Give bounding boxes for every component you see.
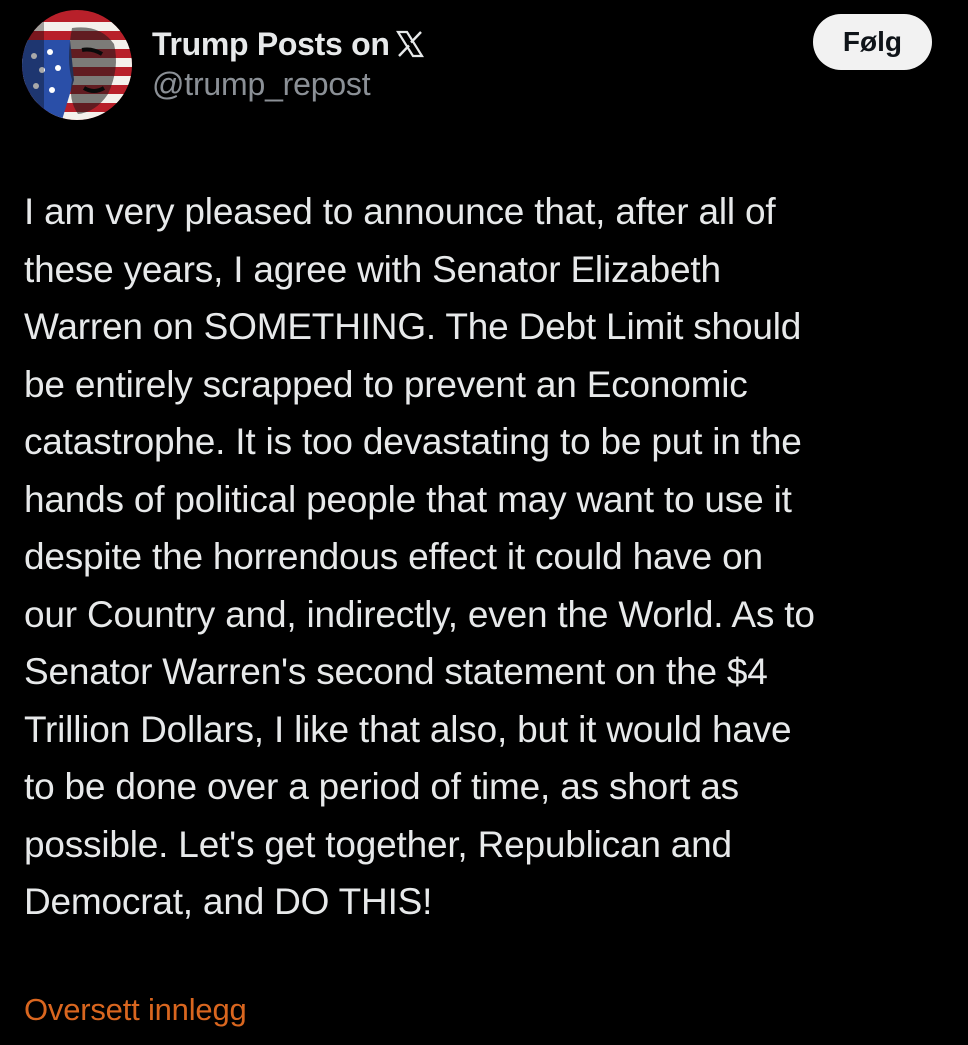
- author-names: Trump Posts on @trump_repost: [152, 24, 424, 103]
- post-text-line: catastrophe. It is too devastating to be…: [24, 421, 802, 462]
- post-text-line: Warren on SOMETHING. The Debt Limit shou…: [24, 306, 802, 347]
- post-text-line: hands of political people that may want …: [24, 478, 792, 520]
- post-text-line: our Country and, indirectly, even the Wo…: [24, 593, 815, 635]
- post-text-line: Trillion Dollars, I like that also, but …: [24, 708, 792, 750]
- user-handle[interactable]: @trump_repost: [152, 66, 424, 103]
- post-text: I am very pleased to announce that, afte…: [24, 183, 954, 931]
- post-text-line: Senator Warren's second statement on the…: [24, 651, 768, 692]
- post-header: Trump Posts on @trump_repost Følg: [22, 10, 932, 122]
- post-card: Trump Posts on @trump_repost Følg I am v…: [0, 0, 968, 1045]
- post-text-line: be entirely scrapped to prevent an Econo…: [24, 363, 748, 405]
- post-text-line: these years, I agree with Senator Elizab…: [24, 248, 721, 290]
- display-name[interactable]: Trump Posts on: [152, 26, 390, 63]
- post-text-line: possible. Let's get together, Republican…: [24, 823, 732, 865]
- avatar-flag-face-icon: [22, 10, 132, 120]
- post-text-line: I am very pleased to announce that, afte…: [24, 191, 776, 232]
- avatar[interactable]: [22, 10, 132, 120]
- post-text-line: despite the horrendous effect it could h…: [24, 536, 763, 577]
- x-logo-icon: [395, 29, 424, 59]
- post-text-line: to be done over a period of time, as sho…: [24, 766, 739, 807]
- post-text-line: Democrat, and DO THIS!: [24, 881, 433, 922]
- follow-button[interactable]: Følg: [812, 14, 932, 70]
- translate-post-link[interactable]: Oversett innlegg: [24, 992, 247, 1028]
- display-name-row[interactable]: Trump Posts on: [152, 24, 424, 64]
